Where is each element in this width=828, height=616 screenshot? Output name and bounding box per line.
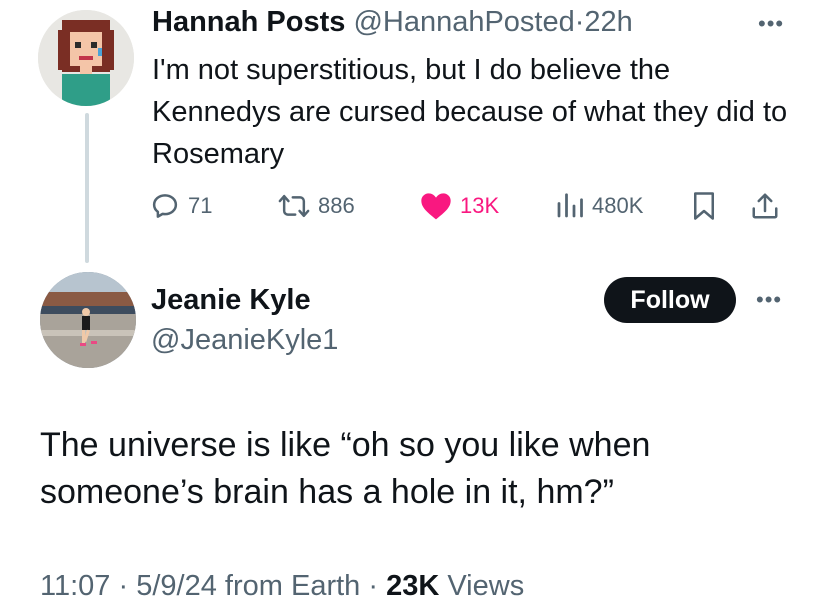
author-name[interactable]: Jeanie Kyle [151,282,311,318]
post-date[interactable]: 5/9/24 [136,570,217,602]
post-time[interactable]: 11:07 [40,570,110,602]
heart-filled-icon [421,193,451,220]
bookmark-button[interactable] [690,186,718,226]
thread-connector-line [85,113,89,263]
header-separator: · [574,6,585,38]
more-options-icon[interactable]: ••• [758,13,784,35]
reply-button[interactable]: 71 [150,186,212,226]
like-count: 13K [460,193,500,218]
views-label: Views [447,570,525,602]
share-button[interactable] [750,186,780,226]
tweet-action-bar: 71 886 13K 480K [150,186,790,226]
post-time[interactable]: 22h [584,6,632,38]
repost-icon [278,194,310,218]
post-source: from Earth [224,570,361,602]
meta-separator: · [118,570,129,602]
author-handle[interactable]: @JeanieKyle1 [151,322,338,358]
reply-icon [152,194,178,218]
repost-button[interactable]: 886 [278,186,355,226]
tweet-meta: 11:07 · 5/9/24 from Earth · 23K Views [40,567,524,605]
analytics-bars-icon [557,193,583,218]
cross-stitch-portrait-image [38,10,134,106]
like-button[interactable]: 13K [420,186,499,226]
author-name[interactable]: Hannah Posts [152,6,345,38]
reply-count: 71 [188,193,213,218]
views-button[interactable]: 480K [554,186,643,226]
meta-separator: · [368,570,379,602]
repost-count: 886 [318,193,355,218]
views-count: 480K [592,193,644,218]
author-avatar-jeanie[interactable] [40,272,136,368]
follow-button[interactable]: Follow [604,277,736,323]
views-count[interactable]: 23K [386,570,439,602]
more-options-icon[interactable]: ••• [756,289,782,311]
quoted-tweet-header: Hannah Posts @HannahPosted·22h [152,3,633,41]
runner-photo-image [40,272,136,368]
tweet-text: The universe is like “oh so you like whe… [40,426,651,511]
author-avatar-hannah[interactable] [38,10,134,106]
bookmark-icon [694,192,714,220]
author-handle[interactable]: @HannahPosted [353,6,574,38]
share-upload-icon [752,193,778,219]
quoted-tweet-text: I'm not superstitious, but I do believe … [152,54,788,170]
